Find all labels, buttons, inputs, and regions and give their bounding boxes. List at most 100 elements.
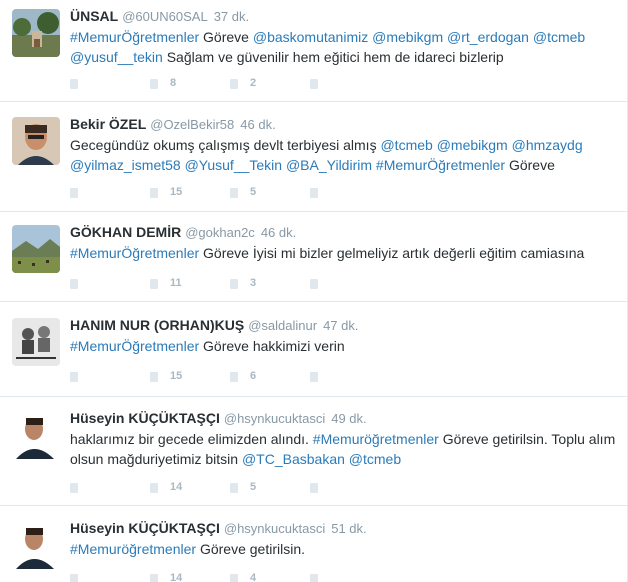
man-photo-avatar-icon: [12, 521, 60, 569]
heart-icon: [230, 574, 238, 582]
like-count: 2: [250, 77, 257, 89]
more-icon: [310, 483, 318, 493]
author-fullname[interactable]: GÖKHAN DEMİR: [70, 224, 181, 240]
mention-link[interactable]: @tcmeb: [349, 451, 401, 467]
tweet-item[interactable]: ÜNSAL @60UN60SAL 37 dk. #MemurÖğretmenler …: [0, 0, 627, 102]
mention-link[interactable]: @mebikgm: [372, 29, 443, 45]
author-fullname[interactable]: ÜNSAL: [70, 8, 118, 24]
tweet-timeline: ÜNSAL @60UN60SAL 37 dk. #MemurÖğretmenler …: [0, 0, 628, 582]
retweet-count: 11: [170, 277, 182, 289]
mention-link[interactable]: @yilmaz_ismet58: [70, 157, 181, 173]
tweet-timestamp[interactable]: 49 dk.: [331, 411, 366, 426]
retweet-count: 15: [170, 370, 183, 382]
heart-icon: [230, 79, 238, 89]
tweet-actions: 14 4: [70, 571, 490, 582]
reply-icon: [70, 574, 78, 582]
hashtag-link[interactable]: #MemurÖğretmenler: [70, 245, 199, 261]
retweet-icon: [150, 483, 158, 493]
mention-link[interactable]: @Yusuf__Tekin: [185, 157, 283, 173]
tweet-text-segment: Göreve: [505, 157, 555, 173]
people-sketch-avatar-icon: [12, 318, 60, 366]
mention-link[interactable]: @baskomutanimiz: [253, 29, 368, 45]
hashtag-link[interactable]: #MemurÖğretmenler: [70, 29, 199, 45]
author-username[interactable]: @OzelBekir58: [150, 117, 234, 132]
avatar[interactable]: [12, 9, 60, 57]
avatar[interactable]: [12, 318, 60, 366]
reply-icon: [70, 372, 78, 382]
tweet-timestamp[interactable]: 46 dk.: [261, 225, 296, 240]
retweet-count: 8: [170, 77, 177, 89]
mention-link[interactable]: @mebikgm: [437, 137, 508, 153]
tweet-text-segment: Göreve hakkimizi verin: [199, 338, 345, 354]
hashtag-link[interactable]: #Memuröğretmenler: [313, 431, 439, 447]
tweet-timestamp[interactable]: 46 dk.: [240, 117, 275, 132]
tweet-text: #MemurÖğretmenler Göreve İyisi mi bizler…: [70, 243, 618, 263]
retweet-count: 15: [170, 186, 183, 198]
tweet-item[interactable]: HANIM NUR (ORHAN)KUŞ @saldalinur 47 dk. #M…: [0, 309, 627, 397]
tweet-actions: 11 3: [70, 276, 490, 292]
reply-icon: [70, 279, 78, 289]
author-username[interactable]: @hsynkucuktasci: [224, 411, 325, 426]
mention-link[interactable]: @tcmeb: [380, 137, 432, 153]
tweet-text-segment: haklarımız bir gecede elimizden alındı.: [70, 431, 313, 447]
tweet-timestamp[interactable]: 47 dk.: [323, 318, 358, 333]
avatar[interactable]: [12, 225, 60, 273]
more-icon: [310, 574, 318, 582]
mention-link[interactable]: @BA_Yildirim: [286, 157, 372, 173]
tweet-item[interactable]: Bekir ÖZEL @OzelBekir58 46 dk. Gecegündüz …: [0, 108, 627, 212]
more-icon: [310, 79, 318, 89]
tweet-text-segment: Gecegündüz okumş çalışmış devlt terbiyes…: [70, 137, 381, 153]
tweet-actions: 15 6: [70, 369, 490, 385]
author-username[interactable]: @gokhan2c: [185, 225, 255, 240]
tweet-text: #Memuröğretmenler Göreve getirilsin.: [70, 539, 618, 559]
tweet-item[interactable]: GÖKHAN DEMİR @gokhan2c 46 dk. #MemurÖğretm…: [0, 216, 627, 302]
author-fullname[interactable]: Hüseyin KÜÇÜKTAŞÇI: [70, 520, 220, 536]
author-username[interactable]: @hsynkucuktasci: [224, 521, 325, 536]
avatar[interactable]: [12, 117, 60, 165]
tweet-text: Gecegündüz okumş çalışmış devlt terbiyes…: [70, 135, 618, 175]
like-count: 5: [250, 186, 257, 198]
like-count: 6: [250, 370, 257, 382]
tweet-text: #MemurÖğretmenler Göreve hakkimizi verin: [70, 336, 618, 356]
tweet-actions: 8 2: [70, 76, 490, 92]
tweet-actions: 15 5: [70, 185, 490, 201]
heart-icon: [230, 483, 238, 493]
author-fullname[interactable]: Bekir ÖZEL: [70, 116, 146, 132]
tweet-text: haklarımız bir gecede elimizden alındı. …: [70, 429, 618, 469]
tweet-actions: 14 5: [70, 480, 490, 496]
tweet-item[interactable]: Hüseyin KÜÇÜKTAŞÇI @hsynkucuktasci 51 dk. …: [0, 512, 627, 582]
landscape-avatar-icon: [12, 225, 60, 273]
reply-icon: [70, 483, 78, 493]
hashtag-link[interactable]: #MemurÖğretmenler: [376, 157, 505, 173]
more-icon: [310, 188, 318, 198]
hashtag-link[interactable]: #MemurÖğretmenler: [70, 338, 199, 354]
tweet-text-segment: Göreve getirilsin.: [196, 541, 305, 557]
man-portrait-avatar-icon: [12, 117, 60, 165]
avatar[interactable]: [12, 411, 60, 459]
like-count: 4: [250, 572, 257, 582]
retweet-icon: [150, 279, 158, 289]
avatar[interactable]: [12, 521, 60, 569]
hashtag-link[interactable]: #Memuröğretmenler: [70, 541, 196, 557]
mention-link[interactable]: @rt_erdogan: [447, 29, 529, 45]
heart-icon: [230, 372, 238, 382]
mention-link[interactable]: @TC_Basbakan: [242, 451, 345, 467]
author-username[interactable]: @saldalinur: [248, 318, 317, 333]
mention-link[interactable]: @hmzaydg: [512, 137, 583, 153]
tweet-text-segment: Göreve İyisi mi bizler gelmeliyiz artık …: [199, 245, 585, 261]
tweet-timestamp[interactable]: 37 dk.: [214, 9, 249, 24]
tweet-item[interactable]: Hüseyin KÜÇÜKTAŞÇI @hsynkucuktasci 49 dk. …: [0, 402, 627, 506]
author-fullname[interactable]: Hüseyin KÜÇÜKTAŞÇI: [70, 410, 220, 426]
mention-link[interactable]: @yusuf__tekin: [70, 49, 163, 65]
author-fullname[interactable]: HANIM NUR (ORHAN)KUŞ: [70, 317, 244, 333]
mention-link[interactable]: @tcmeb: [533, 29, 585, 45]
reply-icon: [70, 79, 78, 89]
tweet-text-segment: Göreve: [199, 29, 253, 45]
outdoor-trees-avatar-icon: [12, 9, 60, 57]
tweet-timestamp[interactable]: 51 dk.: [331, 521, 366, 536]
tweet-text-segment: Sağlam ve güvenilir hem eğitici hem de i…: [162, 49, 504, 65]
tweet-text: #MemurÖğretmenler Göreve @baskomutanimiz…: [70, 27, 618, 67]
heart-icon: [230, 188, 238, 198]
retweet-icon: [150, 188, 158, 198]
author-username[interactable]: @60UN60SAL: [122, 9, 207, 24]
